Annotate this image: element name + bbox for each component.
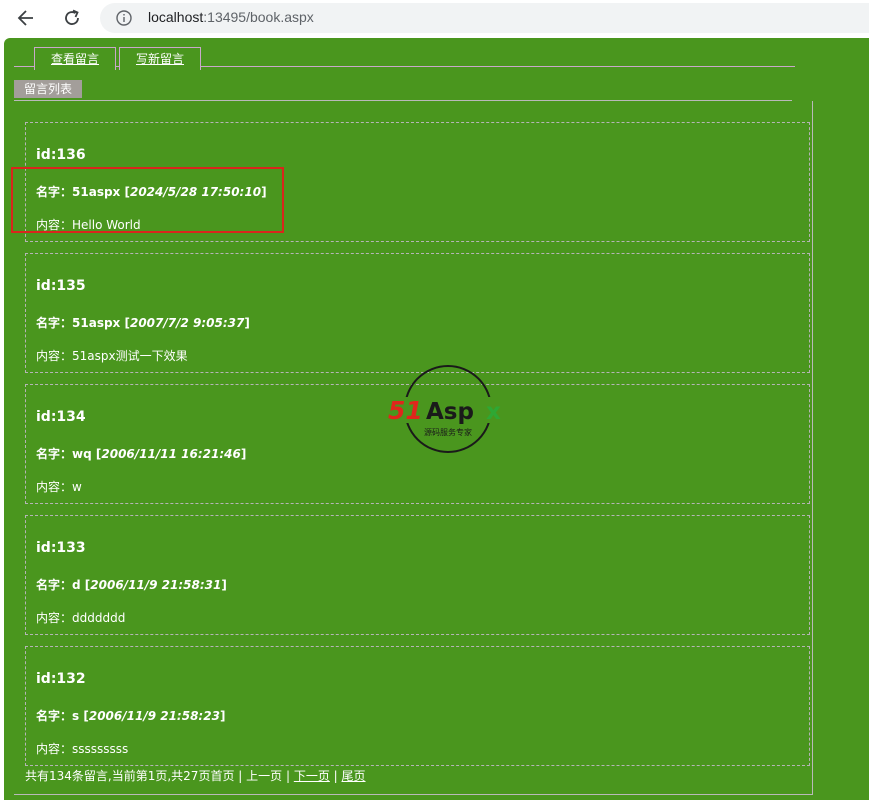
content-text: Hello World [72, 218, 141, 232]
tab-underline [201, 66, 795, 67]
message-time: 2006/11/11 16:21:46 [101, 447, 241, 461]
browser-toolbar: localhost:13495/book.aspx [0, 0, 869, 36]
name-label: 名字： [36, 709, 73, 723]
pagination-summary: 共有134条留言,当前第1页,共27页 [25, 769, 211, 783]
arrow-left-icon [17, 10, 33, 26]
message-id: id:134 [36, 409, 86, 425]
logo-icon: 51 Asp x 源码服务专家 [385, 365, 511, 453]
back-button[interactable] [14, 6, 38, 30]
reload-button[interactable] [60, 6, 84, 30]
message-id: id:135 [36, 278, 86, 294]
message-id: id:136 [36, 147, 86, 163]
message-time: 2006/11/9 21:58:31 [90, 578, 222, 592]
message-time: 2024/5/28 17:50:10 [129, 185, 262, 199]
message-author: 名字：wq [2006/11/11 16:21:46] [36, 447, 247, 461]
author-name: d [72, 578, 81, 592]
pager-separator: | [329, 769, 342, 783]
author-name: 51aspx [72, 185, 121, 199]
name-label: 名字： [36, 447, 73, 461]
next-page-link[interactable]: 下一页 [294, 769, 330, 783]
content-label: 内容： [36, 742, 73, 756]
content-text: w [72, 480, 82, 494]
message-entry: id:136 名字：51aspx [2024/5/28 17:50:10] 内容… [25, 122, 810, 242]
message-entry: id:135 名字：51aspx [2007/7/2 9:05:37] 内容：5… [25, 253, 810, 373]
message-author: 名字：51aspx [2007/7/2 9:05:37] [36, 316, 250, 330]
message-list-title: 留言列表 [14, 80, 82, 98]
message-entry: id:133 名字：d [2006/11/9 21:58:31] 内容：dddd… [25, 515, 810, 635]
message-content: 内容：w [36, 478, 82, 495]
svg-text:x: x [486, 399, 501, 425]
message-entry: id:132 名字：s [2006/11/9 21:58:23] 内容：ssss… [25, 646, 810, 766]
message-content: 内容：51aspx测试一下效果 [36, 347, 188, 364]
message-content: 内容：sssssssss [36, 740, 128, 757]
message-author: 名字：51aspx [2024/5/28 17:50:10] [36, 185, 267, 199]
reload-icon [65, 9, 79, 25]
address-bar[interactable]: localhost:13495/book.aspx [100, 3, 869, 33]
url-host: localhost [148, 9, 204, 25]
message-author: 名字：d [2006/11/9 21:58:31] [36, 578, 227, 592]
message-id: id:132 [36, 671, 86, 687]
svg-text:51: 51 [388, 396, 423, 425]
pagination: 共有134条留言,当前第1页,共27页首页 | 上一页 | 下一页 | 尾页 [25, 767, 366, 784]
message-id: id:133 [36, 540, 86, 556]
name-label: 名字： [36, 185, 73, 199]
content-text: ddddddd [72, 611, 126, 625]
logo-tagline: 源码服务专家 [424, 427, 472, 437]
content-label: 内容： [36, 349, 73, 363]
message-time: 2006/11/9 21:58:23 [88, 709, 220, 723]
content-text: 51aspx测试一下效果 [72, 349, 188, 363]
first-page-label: 首页 [210, 769, 235, 783]
tab-write-message[interactable]: 写新留言 [119, 47, 201, 70]
info-icon[interactable] [116, 10, 132, 26]
message-author: 名字：s [2006/11/9 21:58:23] [36, 709, 226, 723]
tab-underline [14, 66, 34, 67]
last-page-link[interactable]: 尾页 [342, 769, 366, 783]
svg-text:Asp: Asp [426, 399, 474, 425]
content-label: 内容： [36, 218, 73, 232]
author-name: s [72, 709, 80, 723]
pager-separator: | [234, 769, 247, 783]
pager-separator: | [282, 769, 294, 783]
url-path: :13495/book.aspx [203, 9, 314, 25]
url-text[interactable]: localhost:13495/book.aspx [148, 9, 314, 25]
51aspx-watermark-logo: 51 Asp x 源码服务专家 [383, 363, 513, 457]
message-content: 内容：ddddddd [36, 609, 125, 626]
content-label: 内容： [36, 480, 73, 494]
author-name: 51aspx [72, 316, 121, 330]
message-content: 内容：Hello World [36, 216, 141, 233]
content-label: 内容： [36, 611, 73, 625]
message-time: 2007/7/2 9:05:37 [129, 316, 245, 330]
name-label: 名字： [36, 316, 73, 330]
prev-page-label: 上一页 [246, 769, 283, 783]
name-label: 名字： [36, 578, 73, 592]
author-name: wq [72, 447, 92, 461]
content-text: sssssssss [72, 742, 129, 756]
tab-view-messages[interactable]: 查看留言 [34, 47, 116, 70]
